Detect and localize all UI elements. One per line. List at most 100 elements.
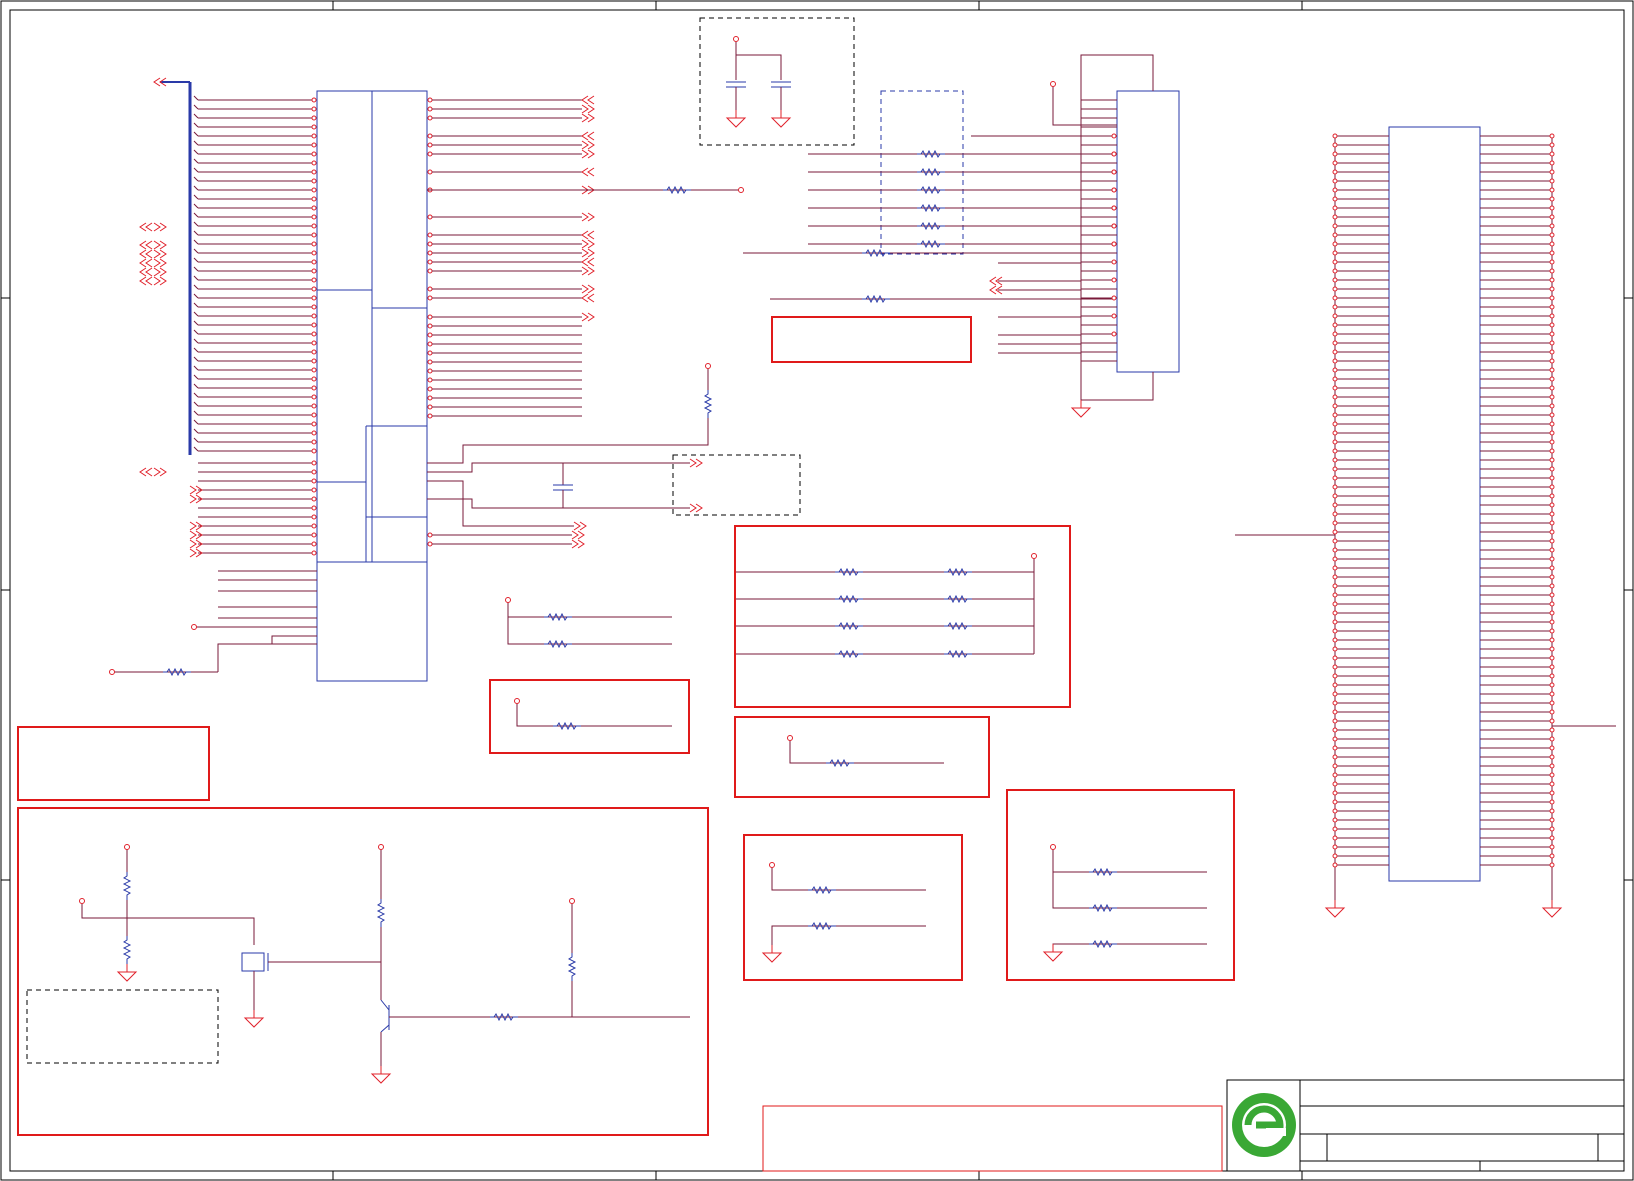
pin-dot — [311, 367, 317, 373]
pin-dot — [1549, 304, 1555, 310]
pin-dot — [311, 541, 317, 547]
pin-dot — [1549, 754, 1555, 760]
offpage-arrow-icon — [153, 240, 161, 250]
note-box-resistor-b — [734, 716, 990, 798]
pin-dot — [311, 250, 317, 256]
pin-dot — [1549, 376, 1555, 382]
pin-dot — [1332, 439, 1338, 445]
offpage-arrow-icon — [189, 485, 197, 495]
pin-dot — [1549, 628, 1555, 634]
bus-entry — [193, 221, 199, 227]
pin-dot — [1332, 214, 1338, 220]
pin-dot — [1332, 142, 1338, 148]
pin-dot — [311, 358, 317, 364]
bus-entry — [193, 203, 199, 209]
pin-dot — [311, 196, 317, 202]
pin-dot — [311, 268, 317, 274]
pin-dot — [1549, 412, 1555, 418]
pin-dot — [311, 469, 317, 475]
pin-dot — [1549, 439, 1555, 445]
pin-dot — [1549, 313, 1555, 319]
pin-dot — [1332, 133, 1338, 139]
note-box-power-circuit — [17, 807, 709, 1136]
bus-entry — [193, 266, 199, 272]
pin-dot — [1332, 691, 1338, 697]
pin-dot — [1111, 151, 1117, 157]
pin-dot — [1111, 313, 1117, 319]
clock-signals — [427, 454, 801, 531]
pin-dot — [311, 142, 317, 148]
pin-dot — [311, 478, 317, 484]
pin-dot — [1549, 583, 1555, 589]
pin-dot — [1332, 502, 1338, 508]
pin-dot — [1549, 529, 1555, 535]
bus-entry — [193, 149, 199, 155]
pin-dot — [1111, 277, 1117, 283]
pin-dot — [1549, 196, 1555, 202]
pin-dot — [1332, 223, 1338, 229]
pin-dot — [1111, 241, 1117, 247]
left-offpage-arrows — [139, 222, 203, 558]
pin-dot — [1111, 187, 1117, 193]
pin-dot — [1332, 340, 1338, 346]
bus-entry — [193, 212, 199, 218]
pin-dot — [1549, 358, 1555, 364]
pin-dot — [1332, 412, 1338, 418]
pin-dot — [1332, 565, 1338, 571]
pin-dot — [1549, 808, 1555, 814]
resistor-icon — [917, 185, 945, 195]
pin-dot — [1332, 781, 1338, 787]
note-box-resistor-d — [1006, 789, 1235, 981]
pin-dot — [1549, 268, 1555, 274]
pin-dot — [1111, 169, 1117, 175]
pin-dot — [1332, 241, 1338, 247]
pin-dot — [1332, 178, 1338, 184]
pin-dot — [1332, 637, 1338, 643]
soc-left-pins — [193, 95, 317, 556]
pin-dot — [1332, 574, 1338, 580]
pin-dot — [311, 205, 317, 211]
resistor-icon — [917, 203, 945, 213]
pin-dot — [1332, 772, 1338, 778]
pin-dot — [1332, 736, 1338, 742]
pin-dot — [1549, 160, 1555, 166]
pin-dot — [1332, 790, 1338, 796]
note-box-left — [17, 726, 210, 801]
pin-dot — [311, 124, 317, 130]
pin-dot — [1549, 241, 1555, 247]
pin-dot — [427, 250, 433, 256]
pin-dot — [311, 214, 317, 220]
pin-dot — [1549, 331, 1555, 337]
offpage-arrow-icon — [587, 230, 595, 240]
pin-dot — [311, 115, 317, 121]
pin-dot — [1111, 205, 1117, 211]
pin-dot — [1549, 223, 1555, 229]
bus-entry — [193, 419, 199, 425]
pin-dot — [1549, 430, 1555, 436]
data-bus-left — [153, 77, 192, 455]
offpage-arrow-icon — [145, 267, 153, 277]
pin-dot — [427, 169, 433, 175]
bus-entry — [193, 284, 199, 290]
pin-dot — [1332, 799, 1338, 805]
bus-entry — [193, 176, 199, 182]
pin-dot — [427, 151, 433, 157]
bus-entry — [193, 104, 199, 110]
pin-dot — [1111, 295, 1117, 301]
pin-dot — [1549, 826, 1555, 832]
offpage-arrow-icon — [571, 539, 579, 549]
pin-dot — [1549, 673, 1555, 679]
offpage-arrow-icon — [153, 249, 161, 259]
pin-dot — [311, 550, 317, 556]
pin-dot — [1549, 421, 1555, 427]
pin-dot — [1332, 763, 1338, 769]
pin-dot — [1332, 277, 1338, 283]
offpage-arrow-icon — [581, 212, 589, 222]
title-block — [1226, 1079, 1625, 1172]
pin-dot — [1332, 511, 1338, 517]
offpage-arrow-icon — [153, 258, 161, 268]
offpage-arrow-icon — [145, 249, 153, 259]
pin-dot — [1549, 259, 1555, 265]
offpage-arrow-icon — [581, 312, 589, 322]
pin-dot — [1332, 655, 1338, 661]
